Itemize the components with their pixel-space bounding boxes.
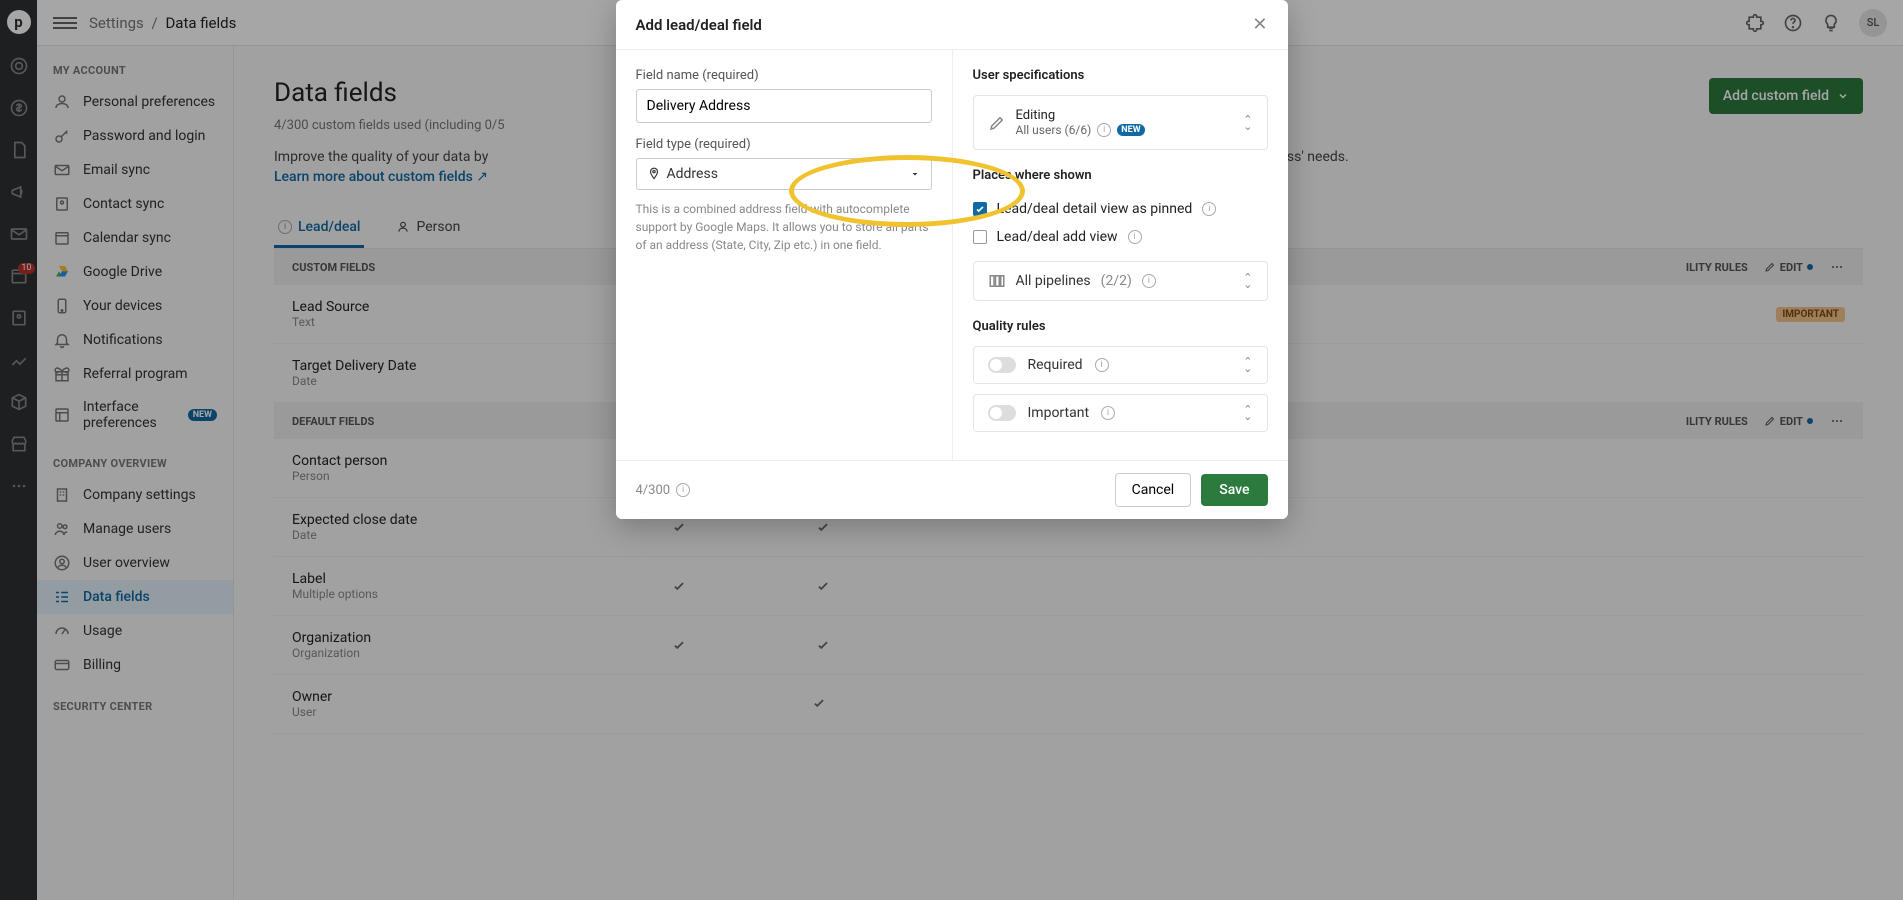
important-row[interactable]: Important i ⌃⌄ (973, 394, 1268, 432)
checkbox-add-view-row[interactable]: Lead/deal add view i (973, 223, 1268, 251)
pin-icon (647, 167, 661, 181)
expand-icon: ⌃⌄ (1243, 274, 1252, 288)
info-icon[interactable]: i (676, 483, 690, 497)
close-icon[interactable]: ✕ (1252, 14, 1267, 35)
places-title: Places where shown (973, 168, 1268, 183)
info-icon[interactable]: i (1095, 358, 1109, 372)
user-spec-title: User specifications (973, 68, 1268, 83)
footer-count: 4/300 i (636, 483, 691, 498)
checkbox-pinned-row[interactable]: Lead/deal detail view as pinned i (973, 195, 1268, 223)
required-toggle[interactable] (988, 357, 1016, 373)
add-field-modal: Add lead/deal field ✕ Field name (requir… (616, 0, 1288, 519)
field-name-input[interactable] (636, 89, 932, 123)
editing-card[interactable]: Editing All users (6/6) i NEW ⌃⌄ (973, 95, 1268, 150)
caret-down-icon (909, 168, 921, 180)
columns-icon (988, 272, 1006, 290)
important-toggle[interactable] (988, 405, 1016, 421)
required-row[interactable]: Required i ⌃⌄ (973, 346, 1268, 384)
checkbox-pinned[interactable] (973, 202, 987, 216)
info-icon[interactable]: i (1097, 123, 1111, 137)
info-icon[interactable]: i (1101, 406, 1115, 420)
checkbox-add-view[interactable] (973, 230, 987, 244)
quality-title: Quality rules (973, 319, 1268, 334)
info-icon[interactable]: i (1128, 230, 1142, 244)
pipelines-row[interactable]: All pipelines (2/2) i ⌃⌄ (973, 261, 1268, 301)
expand-icon: ⌃⌄ (1243, 358, 1252, 372)
field-type-select[interactable]: Address (636, 158, 932, 190)
field-type-label: Field type (required) (636, 137, 932, 152)
pencil-icon (988, 114, 1006, 132)
expand-icon: ⌃⌄ (1243, 406, 1252, 420)
modal-title: Add lead/deal field (636, 16, 762, 34)
info-icon[interactable]: i (1142, 274, 1156, 288)
cancel-button[interactable]: Cancel (1115, 473, 1192, 507)
save-button[interactable]: Save (1201, 474, 1267, 506)
info-icon[interactable]: i (1202, 202, 1216, 216)
expand-icon: ⌃⌄ (1243, 116, 1252, 130)
help-text: This is a combined address field with au… (636, 200, 932, 254)
field-name-label: Field name (required) (636, 68, 932, 83)
